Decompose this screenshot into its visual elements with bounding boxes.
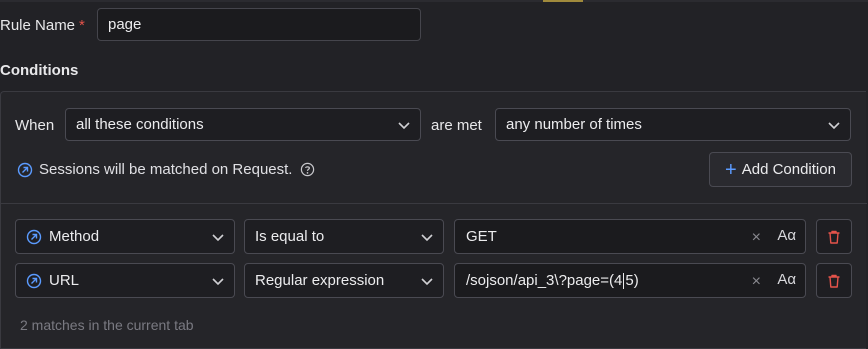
condition-field-value: URL: [49, 272, 80, 289]
chevron-down-icon: [212, 234, 224, 242]
frequency-value: any number of times: [506, 116, 642, 133]
chevron-down-icon: [421, 278, 433, 286]
add-condition-button[interactable]: + Add Condition: [709, 152, 852, 187]
chevron-down-icon: [212, 278, 224, 286]
condition-value-text: GET: [466, 228, 497, 245]
chevron-down-icon: [421, 234, 433, 242]
match-case-toggle[interactable]: Aα: [777, 227, 796, 244]
plus-icon: +: [725, 158, 737, 181]
condition-value-text: /sojson/api_3\?page=(4 5): [466, 271, 639, 290]
clear-icon[interactable]: ×: [752, 229, 761, 247]
condition-operator-value: Is equal to: [255, 228, 325, 245]
condition-field-select[interactable]: URL: [15, 263, 235, 298]
request-arrow-icon: [17, 162, 33, 177]
when-label: When: [15, 117, 55, 134]
rule-name-input[interactable]: page: [97, 8, 421, 41]
sessions-note: Sessions will be matched on Request.: [17, 161, 315, 178]
conditions-title: Conditions: [0, 62, 79, 79]
request-arrow-icon: [26, 273, 42, 288]
trash-icon: [828, 274, 840, 288]
clear-icon[interactable]: ×: [752, 273, 761, 291]
delete-condition-button[interactable]: [816, 263, 852, 298]
delete-condition-button[interactable]: [816, 219, 852, 254]
top-border: [0, 0, 868, 2]
conditions-panel: When all these conditions are met any nu…: [0, 91, 867, 349]
panel-divider: [1, 203, 867, 204]
match-mode-select[interactable]: all these conditions: [65, 108, 421, 141]
condition-field-select[interactable]: Method: [15, 219, 235, 254]
condition-operator-select[interactable]: Is equal to: [244, 219, 444, 254]
matches-count: 2 matches in the current tab: [20, 317, 194, 333]
rule-name-row: Rule Name * page: [0, 8, 421, 43]
top-accent: [543, 0, 583, 2]
match-mode-value: all these conditions: [76, 116, 204, 133]
match-case-toggle[interactable]: Aα: [777, 271, 796, 288]
trash-icon: [828, 230, 840, 244]
rule-name-label: Rule Name *: [0, 17, 85, 34]
rule-name-value: page: [108, 16, 142, 33]
condition-operator-value: Regular expression: [255, 272, 385, 289]
condition-field-value: Method: [49, 228, 100, 245]
sessions-note-text: Sessions will be matched on Request.: [39, 161, 293, 178]
chevron-down-icon: [828, 122, 840, 130]
chevron-down-icon: [398, 122, 410, 130]
frequency-select[interactable]: any number of times: [495, 108, 851, 141]
add-condition-label: Add Condition: [741, 161, 836, 178]
condition-operator-select[interactable]: Regular expression: [244, 263, 444, 298]
request-arrow-icon: [26, 229, 42, 244]
condition-value-input[interactable]: /sojson/api_3\?page=(4 5) × Aα: [454, 263, 806, 298]
help-icon[interactable]: [300, 162, 315, 177]
condition-value-input[interactable]: GET × Aα: [454, 219, 806, 254]
value-text-before-cursor: /sojson/api_3\?page=(4: [466, 271, 623, 289]
required-marker: *: [79, 17, 85, 34]
value-text-after-cursor: 5): [625, 271, 639, 289]
are-met-label: are met: [431, 117, 482, 134]
